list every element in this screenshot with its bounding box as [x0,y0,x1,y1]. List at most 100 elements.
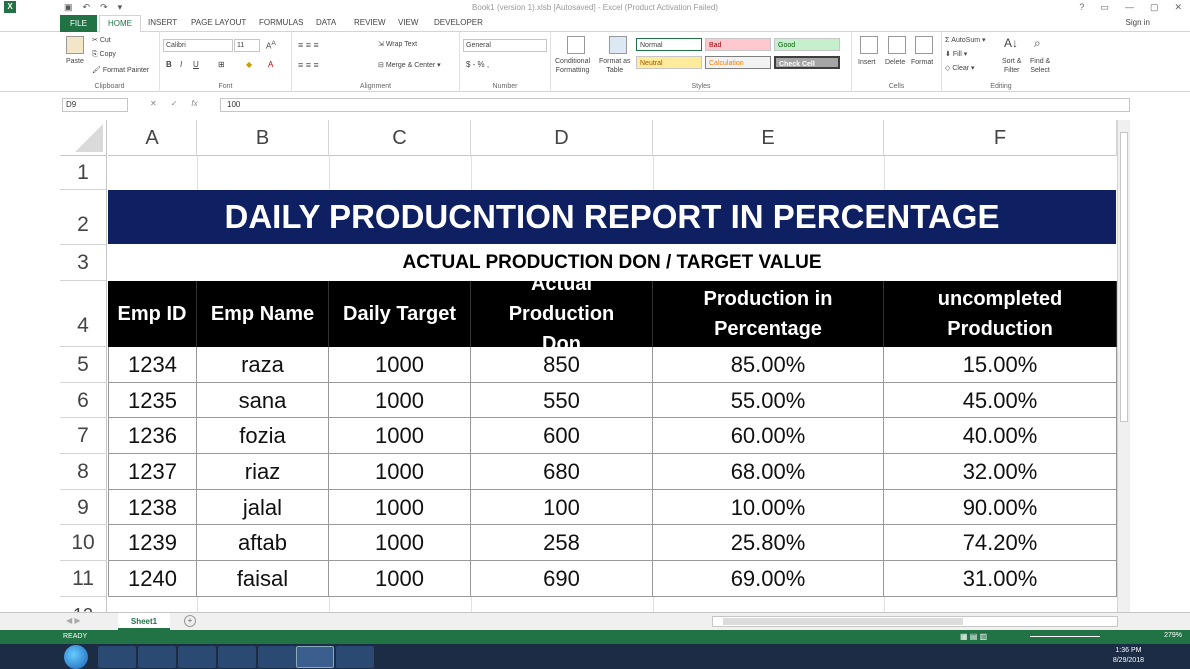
explorer-icon[interactable] [138,646,176,668]
insert-cells-button[interactable]: Insert [858,59,876,66]
autosum-button[interactable]: Σ AutoSum ▾ [945,36,986,44]
cell-uncompleted-production[interactable]: 40.00% [884,418,1117,454]
style-neutral[interactable]: Neutral [636,56,702,69]
column-header-b[interactable]: B [197,120,329,156]
row-header-3[interactable]: 3 [60,245,107,281]
cell-uncompleted-production[interactable]: 31.00% [884,561,1117,597]
cell-uncompleted-production[interactable]: 32.00% [884,454,1117,490]
fill-color-icon[interactable]: ◆ [246,60,252,69]
cell-emp-name[interactable]: aftab [197,525,329,561]
paste-icon[interactable] [66,36,84,54]
cell-actual-production[interactable]: 258 [471,525,653,561]
align-top-icon[interactable]: ≡ ≡ ≡ [298,40,319,50]
enter-icon[interactable]: ✓ [171,99,178,108]
column-header-f[interactable]: F [884,120,1117,156]
maximize-button[interactable]: ▢ [1150,2,1159,13]
zoom-level[interactable]: 279% [1164,632,1182,639]
clear-button[interactable]: ◇ Clear ▾ [945,64,975,72]
column-header-a[interactable]: A [108,120,197,156]
conditional-formatting-button[interactable]: Conditional Formatting [555,57,590,75]
row-header-6[interactable]: 6 [60,383,107,418]
row-header-8[interactable]: 8 [60,454,107,490]
copy-button[interactable]: ⎘ Copy [92,51,116,59]
cell-emp-name[interactable]: fozia [197,418,329,454]
cell-production-percentage[interactable]: 60.00% [653,418,884,454]
tab-page-layout[interactable]: PAGE LAYOUT [191,18,246,27]
style-calculation[interactable]: Calculation [705,56,771,69]
vertical-scrollbar[interactable] [1117,120,1130,612]
cell-emp-id[interactable]: 1234 [108,347,197,383]
worksheet-grid[interactable]: A B C D E F 1 2 3 4 5 6 7 8 9 10 11 12 D… [60,120,1117,612]
cell-emp-id[interactable]: 1236 [108,418,197,454]
scroll-thumb[interactable] [1120,132,1128,422]
font-grow-icon[interactable]: AA [266,40,276,51]
paste-button[interactable]: Paste [66,58,84,65]
sheet-tab-sheet1[interactable]: Sheet1 [118,613,170,630]
insert-function-icon[interactable]: fx [191,99,197,108]
fill-button[interactable]: ⬇ Fill ▾ [945,50,967,58]
accounting-format-button[interactable]: $ - % , [466,60,489,69]
chrome-icon[interactable] [258,646,296,668]
italic-button[interactable]: I [180,60,182,69]
style-good[interactable]: Good [774,38,840,51]
merge-center-button[interactable]: ⊟ Merge & Center ▾ [378,61,441,69]
cell-uncompleted-production[interactable]: 74.20% [884,525,1117,561]
cell-emp-id[interactable]: 1237 [108,454,197,490]
tab-insert[interactable]: INSERT [148,18,177,27]
cut-button[interactable]: ✂ Cut [92,36,111,44]
start-button-icon[interactable] [64,645,88,669]
tab-home[interactable]: HOME [99,15,141,33]
header-emp-name[interactable]: Emp Name [197,281,329,347]
format-as-table-button[interactable]: Format as Table [599,57,631,75]
style-bad[interactable]: Bad [705,38,771,51]
font-size-select[interactable]: 11 [234,39,260,52]
cell-daily-target[interactable]: 1000 [329,454,471,490]
excel-taskbar-icon[interactable] [296,646,334,668]
cell-daily-target[interactable]: 1000 [329,525,471,561]
view-buttons-icon[interactable]: ▦ ▤ ▥ [960,632,987,641]
cancel-icon[interactable]: ✕ [150,99,157,108]
media-icon[interactable] [178,646,216,668]
add-sheet-button[interactable]: + [184,615,196,627]
zoom-slider[interactable] [1030,636,1100,637]
cell-emp-name[interactable]: raza [197,347,329,383]
cell-actual-production[interactable]: 100 [471,490,653,525]
row-header-11[interactable]: 11 [60,561,107,597]
clock[interactable]: 1:36 PM 8/29/2018 [1113,646,1144,666]
cell-emp-id[interactable]: 1235 [108,383,197,418]
row-header-12[interactable]: 12 [60,597,107,612]
cell-production-percentage[interactable]: 69.00% [653,561,884,597]
cell-actual-production[interactable]: 690 [471,561,653,597]
tab-file[interactable]: FILE [60,15,97,32]
name-box[interactable]: D9 [62,98,128,112]
help-icon[interactable]: ? [1079,2,1084,13]
ie-icon[interactable] [98,646,136,668]
row-header-10[interactable]: 10 [60,525,107,561]
cell-emp-name[interactable]: sana [197,383,329,418]
header-production-percentage[interactable]: Production in Percentage [653,281,884,347]
horizontal-scrollbar[interactable] [712,616,1118,627]
cell-production-percentage[interactable]: 55.00% [653,383,884,418]
formula-input[interactable]: 100 [220,98,1130,112]
column-header-c[interactable]: C [329,120,471,156]
cell-emp-name[interactable]: faisal [197,561,329,597]
cell-emp-id[interactable]: 1240 [108,561,197,597]
format-as-table-icon[interactable] [609,36,627,54]
underline-button[interactable]: U [193,60,199,69]
font-name-select[interactable]: Calibri [163,39,233,52]
cell-emp-name[interactable]: riaz [197,454,329,490]
format-painter-button[interactable]: 🖌 Format Painter [92,66,149,74]
cell-production-percentage[interactable]: 68.00% [653,454,884,490]
tab-developer[interactable]: DEVELOPER [434,18,483,27]
cell-uncompleted-production[interactable]: 45.00% [884,383,1117,418]
row-header-7[interactable]: 7 [60,418,107,454]
cell-production-percentage[interactable]: 10.00% [653,490,884,525]
row-header-1[interactable]: 1 [60,156,107,190]
wrap-text-button[interactable]: ⇲ Wrap Text [378,40,417,48]
row-header-5[interactable]: 5 [60,347,107,383]
ribbon-display-icon[interactable]: ▭ [1100,2,1109,13]
cell-actual-production[interactable]: 680 [471,454,653,490]
cell-uncompleted-production[interactable]: 90.00% [884,490,1117,525]
find-select-button[interactable]: Find & Select [1030,57,1050,75]
font-color-icon[interactable]: A [268,60,273,69]
